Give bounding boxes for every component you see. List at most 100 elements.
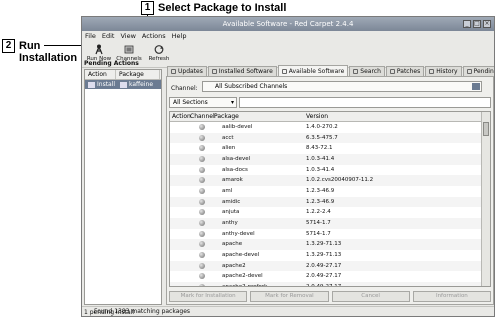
install-icon <box>88 81 95 88</box>
row-package: alsa-docs <box>222 166 248 173</box>
callout-2-leader <box>44 45 84 46</box>
menu-bar: File Edit View Actions Help <box>82 31 494 41</box>
channel-select[interactable]: All Subscribed Channels <box>202 81 482 92</box>
package-icon <box>199 230 205 237</box>
channel-value: All Subscribed Channels <box>215 83 288 90</box>
package-icon <box>199 241 205 248</box>
row-version: 2.0.49-27.17 <box>306 262 342 269</box>
tab-search[interactable]: Search <box>349 66 385 76</box>
package-icon <box>199 198 205 205</box>
chevron-down-icon: ▾ <box>230 99 234 106</box>
table-row[interactable]: apache2-prefork 2.0.49-27.17 <box>170 281 482 287</box>
table-row[interactable]: amidic 1.2.3-46.9 <box>170 196 482 208</box>
table-row[interactable]: anthy 5714-1.7 <box>170 217 482 229</box>
pending-icon <box>466 69 472 74</box>
information-button[interactable]: Information <box>412 291 491 302</box>
table-row[interactable]: apache2-devel 2.0.49-27.17 <box>170 271 482 282</box>
tab-pending-actions[interactable]: Pending Actions <box>462 66 494 76</box>
row-version: 8.43-72.1 <box>306 145 333 152</box>
mark-for-installation-button[interactable]: Mark for Installation <box>169 291 248 302</box>
menu-file[interactable]: File <box>85 31 96 41</box>
col-version[interactable]: Version <box>306 112 328 121</box>
action-buttons: Mark for Installation Mark for Removal C… <box>169 291 491 302</box>
table-row[interactable]: alsa-docs 1.0.3-41.4 <box>170 164 482 176</box>
status-bar: Found 1383 matching packages <box>82 306 494 316</box>
package-icon <box>199 273 205 280</box>
cancel-button[interactable]: Cancel <box>331 291 410 302</box>
pending-col-action[interactable]: Action <box>85 70 116 79</box>
scrollbar-thumb[interactable] <box>483 122 489 136</box>
table-row[interactable]: alsa-devel 1.0.3-41.4 <box>170 153 482 165</box>
tab-updates[interactable]: Updates <box>167 66 207 76</box>
table-row[interactable]: apache-devel 1.3.29-71.13 <box>170 249 482 261</box>
menu-actions[interactable]: Actions <box>142 31 166 41</box>
package-icon <box>120 81 127 88</box>
menu-help[interactable]: Help <box>172 31 187 41</box>
minimize-button[interactable]: _ <box>463 20 471 28</box>
maximize-button[interactable]: □ <box>473 20 481 28</box>
package-icon <box>199 145 205 152</box>
col-channel[interactable]: Channel <box>190 112 215 121</box>
callout-1-number: 1 <box>141 1 154 15</box>
row-package: acct <box>222 134 234 141</box>
package-icon <box>199 283 205 286</box>
mark-for-removal-button[interactable]: Mark for Removal <box>250 291 329 302</box>
table-row[interactable]: anjuta 1.2.2-2.4 <box>170 207 482 218</box>
package-rows: aalib-devel 1.4.0-270.2 acct 6.3.5-475.7 ali… <box>170 122 482 287</box>
row-package: anthy-devel <box>222 230 255 237</box>
tab-available-software[interactable]: Available Software <box>277 65 349 76</box>
pending-columns: Action Package <box>85 70 161 80</box>
section-select[interactable]: All Sections ▾ <box>169 97 237 108</box>
tab-installed-software[interactable]: Installed Software <box>207 66 277 76</box>
col-package[interactable]: Package <box>214 112 239 121</box>
search-input[interactable] <box>239 97 491 108</box>
refresh-button[interactable]: Refresh <box>144 42 174 66</box>
updates-icon <box>171 69 176 74</box>
row-version: 1.2.2-2.4 <box>306 209 331 216</box>
package-icon <box>199 155 205 162</box>
pending-row-action: Install <box>97 81 116 88</box>
search-icon <box>353 69 359 74</box>
close-button[interactable]: × <box>483 20 491 28</box>
row-package: apache2-prefork <box>222 283 268 287</box>
col-action[interactable]: Action <box>172 112 191 121</box>
channels-icon <box>124 45 134 54</box>
package-table: Action Channel Package Version aalib-dev… <box>169 111 491 287</box>
row-version: 1.2.3-46.9 <box>306 198 335 205</box>
table-row[interactable]: aml 1.2.3-46.9 <box>170 185 482 197</box>
callout-1-text: Select Package to Install <box>158 2 287 14</box>
package-icon <box>199 177 205 184</box>
pending-actions-heading: Pending Actions <box>84 60 139 67</box>
table-row[interactable]: alien 8.43-72.1 <box>170 143 482 154</box>
toolbar: Run Now Channels Refresh <box>82 41 494 68</box>
table-row[interactable]: acct 6.3.5-475.7 <box>170 132 482 144</box>
table-row[interactable]: anthy-devel 5714-1.7 <box>170 228 482 240</box>
row-package: apache2-devel <box>222 273 263 280</box>
pending-row[interactable]: Install kaffeine <box>85 80 161 89</box>
package-icon <box>199 219 205 226</box>
run-now-icon <box>95 44 103 55</box>
row-version: 1.0.2.cvs20040907-11.2 <box>306 177 374 184</box>
row-version: 5714-1.7 <box>306 230 331 237</box>
pending-col-package[interactable]: Package <box>116 70 160 79</box>
window-title: Available Software - Red Carpet 2.4.4 <box>222 20 354 28</box>
table-row[interactable]: amarok 1.0.2.cvs20040907-11.2 <box>170 175 482 186</box>
package-icon <box>199 134 205 141</box>
table-scrollbar[interactable] <box>481 112 490 286</box>
row-version: 2.0.49-27.17 <box>306 283 342 287</box>
chevron-down-icon <box>472 83 480 90</box>
pending-actions-pane: Pending Actions Action Package Install k… <box>84 60 162 305</box>
table-row[interactable]: apache 1.3.29-71.13 <box>170 239 482 250</box>
row-package: alien <box>222 145 236 152</box>
row-version: 6.3.5-475.7 <box>306 134 338 141</box>
menu-edit[interactable]: Edit <box>102 31 115 41</box>
package-icon <box>199 262 205 269</box>
tab-patches[interactable]: Patches <box>385 66 425 76</box>
tab-history[interactable]: History <box>425 66 462 76</box>
refresh-label: Refresh <box>148 56 170 62</box>
installed-icon <box>211 69 217 74</box>
menu-view[interactable]: View <box>120 31 135 41</box>
table-row[interactable]: aalib-devel 1.4.0-270.2 <box>170 122 482 133</box>
row-version: 1.2.3-46.9 <box>306 187 335 194</box>
table-row[interactable]: apache2 2.0.49-27.17 <box>170 260 482 272</box>
